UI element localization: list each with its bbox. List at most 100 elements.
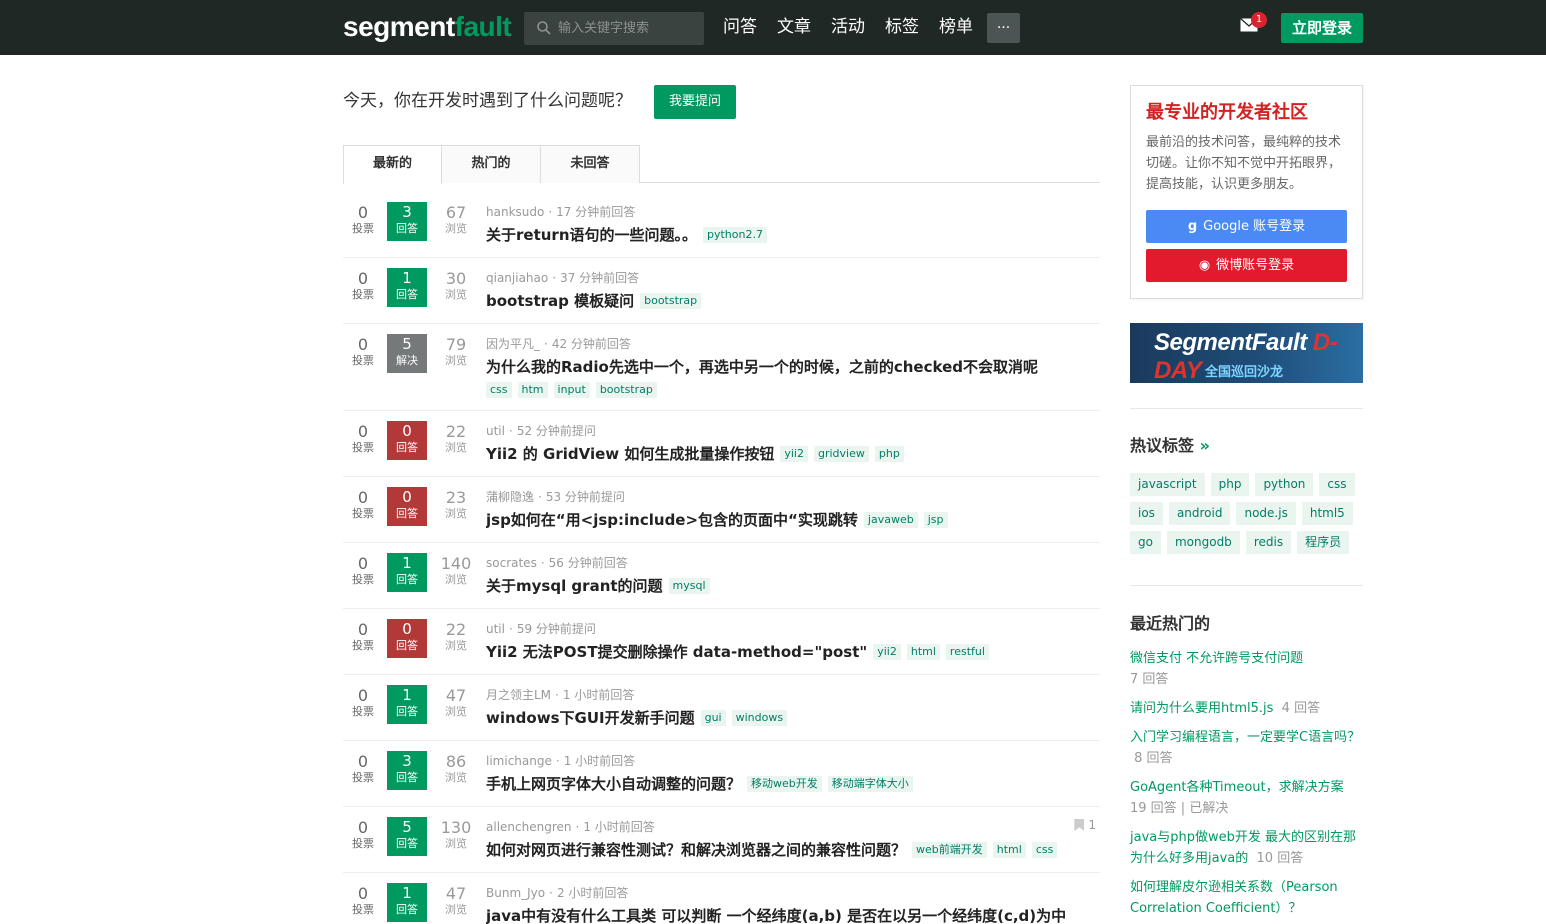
question-title[interactable]: Yii2 的 GridView 如何生成批量操作按钮 [486,445,774,463]
hot-tag[interactable]: css [1319,473,1355,496]
search-input[interactable] [558,12,698,45]
question-author[interactable]: qianjiahao [486,271,548,285]
question-row[interactable]: 0 投票 3 回答 86 浏览 limichange · 1 小时前回答 手机上网页字体大小自动调… [343,741,1100,807]
answer-count: 0 回答 [387,421,427,460]
tab-hottest[interactable]: 热门的 [442,145,541,183]
question-title[interactable]: Yii2 无法POST提交删除操作 data-method="post" [486,643,867,661]
question-row[interactable]: 0 投票 5 回答 130 浏览 allenchengren · 1 小时前回答 如何对网页进行兼… [343,807,1100,873]
question-title[interactable]: bootstrap 模板疑问 [486,292,634,310]
banner-subtitle: 全国巡回沙龙 [1205,365,1284,380]
bookmark-count[interactable]: 1 [1074,818,1096,832]
question-title[interactable]: jsp如何在“用<jsp:include>包含的页面中“实现跳转 [486,511,858,529]
question-row[interactable]: 0 投票 1 回答 47 浏览 月之领主LM · 1 小时前回答 windows下GUI开发新手问… [343,675,1100,741]
question-row[interactable]: 0 投票 1 回答 140 浏览 socrates · 56 分钟前回答 关于mysql gran… [343,543,1100,609]
question-author[interactable]: util [486,424,505,438]
question-meta: 因为平凡_ · 42 分钟前回答 [486,337,631,351]
question-title[interactable]: 如何对网页进行兼容性测试？和解决浏览器之间的兼容性问题？ [486,841,906,859]
recent-hot-link[interactable]: GoAgent各种Timeout，求解决方案 [1130,780,1344,795]
question-tag[interactable]: python2.7 [703,227,767,243]
question-tag[interactable]: windows [731,710,788,726]
login-button[interactable]: 立即登录 [1281,13,1363,43]
ask-question-button[interactable]: 我要提问 [654,85,736,119]
community-promo-card: 最专业的开发者社区 最前沿的技术问答，最纯粹的技术切磋。让你不知不觉中开拓眼界，… [1130,85,1363,299]
hot-tag[interactable]: ios [1130,502,1163,525]
tab-unanswered[interactable]: 未回答 [541,145,640,183]
question-title[interactable]: java中有没有什么工具类 可以判断 一个经纬度(a,b) 是否在以另一个经纬度… [486,907,1066,924]
question-tag[interactable]: javaweb [863,512,918,528]
tab-newest[interactable]: 最新的 [343,145,442,184]
hot-tag[interactable]: mongodb [1166,531,1240,554]
nav-qa[interactable]: 问答 [723,0,757,55]
question-tag[interactable]: jsp [923,512,948,528]
dday-banner[interactable]: SegmentFault D-DAY 全国巡回沙龙 [1130,323,1363,383]
question-title[interactable]: 为什么我的Radio先选中一个，再选中另一个的时候，之前的checked不会取消… [486,358,1038,376]
question-tag[interactable]: css [1031,842,1058,858]
view-count: 130 浏览 [440,818,472,851]
hot-tag[interactable]: 程序员 [1297,531,1350,554]
question-title[interactable]: windows下GUI开发新手问题 [486,709,695,727]
answer-count: 1 回答 [387,268,427,307]
recent-hot-link[interactable]: 请问为什么要用html5.js [1130,701,1273,716]
question-title[interactable]: 关于return语句的一些问题。。 [486,226,697,244]
search-box[interactable] [524,12,704,45]
weibo-login-button[interactable]: ◉ 微博账号登录 [1146,249,1347,282]
question-tag[interactable]: gridview [813,446,869,462]
question-row[interactable]: 0 投票 0 回答 22 浏览 util · 59 分钟前提问 Yii2 无法POST提交删除操作… [343,609,1100,675]
question-title[interactable]: 关于mysql grant的问题 [486,577,663,595]
question-tag[interactable]: bootstrap [640,293,702,309]
question-tag[interactable]: php [874,446,904,462]
question-meta: util · 59 分钟前提问 [486,622,596,636]
question-row[interactable]: 0 投票 3 回答 67 浏览 hanksudo · 17 分钟前回答 关于return语句的一些… [343,192,1100,258]
recent-hot-link[interactable]: 如何理解皮尔逊相关系数（Pearson Correlation Coeffici… [1130,880,1338,916]
question-tag[interactable]: html [906,644,940,660]
hot-tag[interactable]: go [1130,531,1161,554]
hot-tags-heading[interactable]: 热议标签 » [1130,432,1210,456]
question-author[interactable]: hanksudo [486,205,544,219]
question-author[interactable]: 蒲柳隐逸 [486,490,534,504]
question-row[interactable]: 0 投票 0 回答 22 浏览 util · 52 分钟前提问 Yii2 的 GridView 如… [343,411,1100,477]
question-row[interactable]: 0 投票 5 解决 79 浏览 因为平凡_ · 42 分钟前回答 为什么我的Radio先选中一个，… [343,324,1100,411]
question-tag[interactable]: mysql [668,578,710,594]
question-tag[interactable]: input [553,382,590,398]
question-tag[interactable]: bootstrap [595,382,657,398]
site-logo[interactable]: segmentfault [343,10,512,44]
question-tag[interactable]: restful [945,644,989,660]
question-author[interactable]: allenchengren [486,820,571,834]
question-author[interactable]: Bunm_Jyo [486,886,545,900]
hot-tag[interactable]: javascript [1130,473,1205,496]
vote-count: 0 投票 [352,554,374,587]
google-login-button[interactable]: g Google 账号登录 [1146,210,1347,243]
nav-events[interactable]: 活动 [831,0,865,55]
hot-tag[interactable]: node.js [1236,502,1296,525]
hot-tag[interactable]: php [1210,473,1250,496]
nav-more-button[interactable]: ··· [987,12,1020,43]
question-tag[interactable]: 移动端字体大小 [827,776,913,792]
hot-tag[interactable]: python [1255,473,1314,496]
question-author[interactable]: 因为平凡_ [486,337,540,351]
question-row[interactable]: 0 投票 1 回答 30 浏览 qianjiahao · 37 分钟前回答 bootstrap 模… [343,258,1100,324]
recent-hot-link[interactable]: 入门学习编程语言，一定要学C语言吗？ [1130,730,1360,745]
question-author[interactable]: limichange [486,754,552,768]
question-tag[interactable]: yii2 [873,644,901,660]
question-tag[interactable]: html [992,842,1026,858]
question-title[interactable]: 手机上网页字体大小自动调整的问题？ [486,775,741,793]
question-author[interactable]: util [486,622,505,636]
recent-hot-link[interactable]: java与php做web开发 最大的区别在那 为什么好多用java的 [1130,830,1356,866]
question-tag[interactable]: css [486,382,512,398]
hot-tag[interactable]: redis [1245,531,1292,554]
question-tag[interactable]: htm [517,382,548,398]
question-tag[interactable]: gui [700,710,726,726]
question-tag[interactable]: web前端开发 [912,842,987,858]
hot-tag[interactable]: html5 [1301,502,1353,525]
question-row[interactable]: 0 投票 0 回答 23 浏览 蒲柳隐逸 · 53 分钟前提问 jsp如何在“用<jsp:incl… [343,477,1100,543]
nav-articles[interactable]: 文章 [777,0,811,55]
recent-hot-link[interactable]: 微信支付 不允许跨号支付问题 [1130,651,1303,666]
nav-rankings[interactable]: 榜单 [939,0,973,55]
question-author[interactable]: 月之领主LM [486,688,551,702]
nav-tags[interactable]: 标签 [885,0,919,55]
hot-tag[interactable]: android [1168,502,1231,525]
question-row[interactable]: 0 投票 1 回答 47 浏览 Bunm_Jyo · 2 小时前回答 java中有没有什么工具类 … [343,873,1100,924]
question-tag[interactable]: yii2 [780,446,808,462]
question-author[interactable]: socrates [486,556,537,570]
question-tag[interactable]: 移动web开发 [747,776,822,792]
